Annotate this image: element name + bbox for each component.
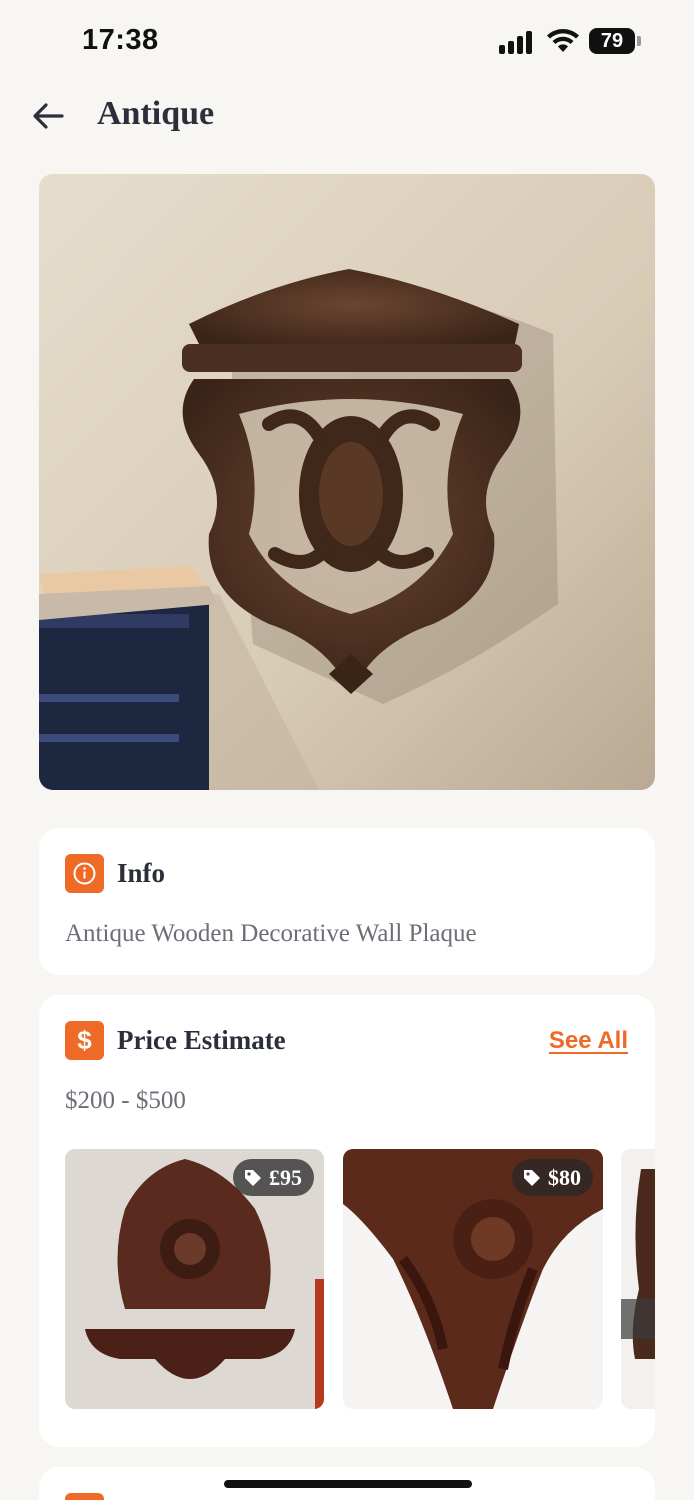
home-indicator[interactable]	[224, 1480, 472, 1488]
back-arrow-icon[interactable]	[28, 96, 68, 136]
price-tag-badge: £95	[233, 1159, 314, 1196]
see-all-link[interactable]: See All	[549, 1027, 628, 1055]
price-tag-badge: $80	[512, 1159, 593, 1196]
price-range: $200 - $500	[65, 1087, 186, 1114]
price-title: Price Estimate	[117, 1025, 286, 1055]
dollar-icon: $	[65, 1021, 104, 1060]
signal-icon	[499, 30, 535, 54]
svg-text:$: $	[77, 1025, 92, 1055]
status-time: 17:38	[82, 24, 159, 56]
similar-item-card[interactable]: $80	[343, 1149, 603, 1409]
battery-icon: 79	[589, 28, 635, 54]
info-card: Info Antique Wooden Decorative Wall Plaq…	[39, 828, 655, 975]
section-icon	[65, 1493, 104, 1500]
info-icon	[65, 854, 104, 893]
info-title: Info	[117, 858, 166, 888]
antique-photo[interactable]	[39, 174, 655, 790]
status-bar: 17:38 79	[0, 0, 694, 84]
similar-item-card[interactable]: £95	[65, 1149, 324, 1409]
price-estimate-card: $ Price Estimate See All $200 - $500 £95	[39, 995, 655, 1447]
wifi-icon	[547, 29, 579, 52]
price-tag-icon	[245, 1169, 261, 1186]
page-title: Antique	[97, 95, 215, 132]
price-tag-icon	[524, 1169, 540, 1186]
price-tag-value: $80	[548, 1164, 581, 1190]
similar-item-card[interactable]	[621, 1149, 655, 1409]
price-tag-value: £95	[269, 1164, 302, 1190]
battery-tip	[637, 36, 641, 46]
info-text: Antique Wooden Decorative Wall Plaque	[65, 920, 477, 947]
